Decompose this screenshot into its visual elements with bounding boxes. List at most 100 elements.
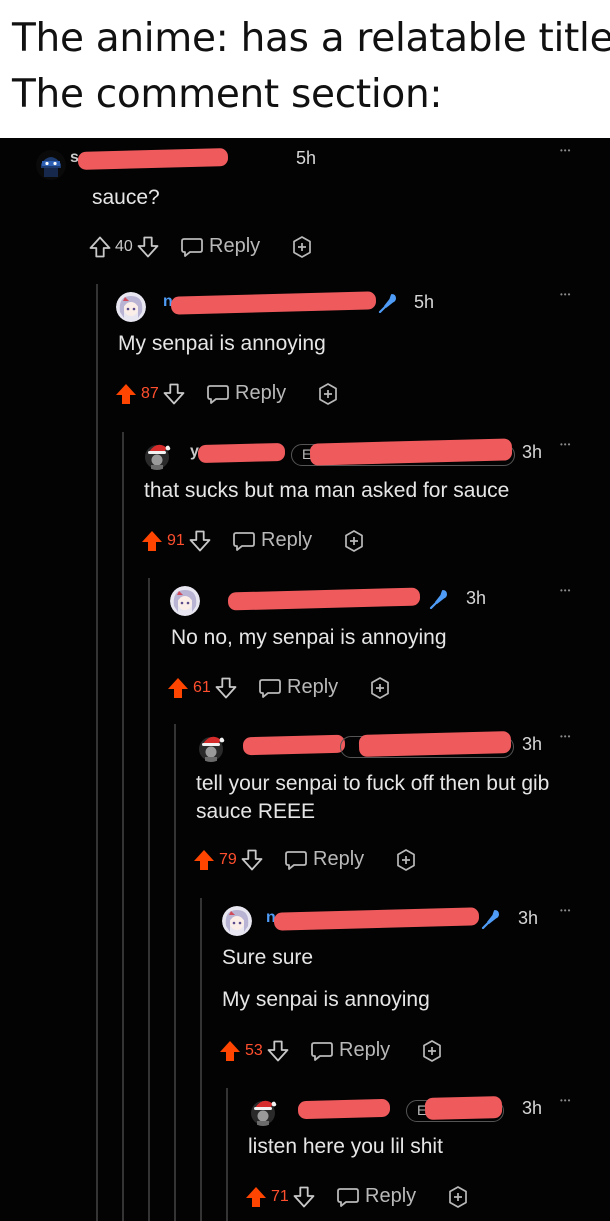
award-icon[interactable] [394, 848, 418, 872]
microphone-glyph [429, 590, 447, 610]
vote-score: 71 [271, 1188, 289, 1205]
comment-text: listen here you lil shit [248, 1135, 443, 1158]
redaction-mark [273, 907, 480, 931]
downvote-icon[interactable] [292, 1185, 316, 1209]
thread-line[interactable] [200, 898, 202, 1221]
user-flair: E [291, 438, 515, 466]
upvote-arrow [89, 236, 111, 258]
thread-line[interactable] [96, 284, 98, 1221]
reply-label: Reply [261, 529, 313, 551]
award-icon[interactable] [420, 1039, 444, 1063]
author-name[interactable] [235, 734, 346, 756]
upvote-arrow [194, 850, 214, 870]
upvote-icon[interactable] [140, 529, 164, 553]
author-name[interactable] [290, 1098, 391, 1120]
timestamp: 3h [522, 442, 543, 462]
upvote-icon[interactable] [166, 676, 190, 700]
vote-score: 40 [115, 238, 133, 255]
downvote-arrow [241, 849, 263, 871]
award-icon[interactable] [368, 676, 392, 700]
author-name[interactable] [220, 587, 421, 611]
award-glyph [345, 530, 363, 552]
downvote-arrow [189, 530, 211, 552]
downvote-icon[interactable] [188, 529, 212, 553]
reply-button[interactable]: Reply [180, 233, 280, 261]
vote-score: 91 [167, 532, 185, 549]
santa-hat-avatar[interactable] [142, 440, 172, 470]
anime-girl-avatar-image [222, 906, 252, 936]
award-icon[interactable] [446, 1185, 470, 1209]
comment-bubble-glyph [311, 1042, 333, 1061]
comment-bubble-glyph [259, 679, 281, 698]
santa-hat-avatar[interactable] [248, 1096, 278, 1126]
more-options-icon[interactable]: ••• [560, 440, 571, 449]
thread-line[interactable] [122, 432, 124, 1221]
award-icon[interactable] [316, 382, 340, 406]
reply-button[interactable]: Reply [336, 1183, 436, 1211]
santa-hat-avatar-image [145, 444, 171, 470]
timestamp: 3h [522, 1098, 543, 1118]
thread-line[interactable] [174, 724, 176, 1221]
ninja-avatar-image [36, 150, 66, 180]
upvote-icon[interactable] [88, 235, 112, 259]
upvote-icon[interactable] [114, 382, 138, 406]
reply-label: Reply [287, 676, 339, 698]
more-options-icon[interactable]: ••• [560, 732, 571, 741]
upvote-icon[interactable] [192, 848, 216, 872]
vote-score: 79 [219, 851, 237, 868]
author-name[interactable]: y [190, 442, 286, 464]
reply-button[interactable]: Reply [310, 1037, 410, 1065]
thread-line[interactable] [226, 1088, 228, 1221]
award-glyph [371, 677, 389, 699]
downvote-arrow [137, 236, 159, 258]
reply-button[interactable]: Reply [284, 846, 384, 874]
downvote-arrow [215, 677, 237, 699]
thread-line[interactable] [148, 578, 150, 1221]
anime-girl-avatar[interactable] [222, 906, 252, 936]
reply-button[interactable]: Reply [232, 527, 332, 555]
downvote-icon[interactable] [240, 848, 264, 872]
comment-bubble-icon [180, 235, 204, 259]
more-options-icon[interactable]: ••• [560, 146, 571, 155]
anime-girl-avatar[interactable] [116, 292, 146, 322]
anime-girl-avatar[interactable] [170, 586, 200, 616]
comment-actions: 40 Reply [88, 233, 388, 261]
award-glyph [293, 236, 311, 258]
santa-hat-avatar[interactable] [196, 732, 226, 762]
comment-actions: 91 Reply [140, 527, 440, 555]
vote-score: 53 [245, 1042, 263, 1059]
upvote-arrow [116, 384, 136, 404]
downvote-icon[interactable] [214, 676, 238, 700]
downvote-icon[interactable] [162, 382, 186, 406]
award-glyph [423, 1040, 441, 1062]
downvote-arrow [267, 1040, 289, 1062]
award-icon[interactable] [290, 235, 314, 259]
microphone-icon [428, 587, 450, 610]
comment-actions: 71 Reply [244, 1183, 544, 1211]
author-name[interactable]: s [70, 148, 230, 170]
downvote-icon[interactable] [136, 235, 160, 259]
author-name[interactable]: n [266, 907, 480, 931]
reply-button[interactable]: Reply [206, 380, 306, 408]
more-options-icon[interactable]: ••• [560, 290, 571, 299]
reply-button[interactable]: Reply [258, 674, 358, 702]
santa-hat-avatar-image [251, 1100, 277, 1126]
upvote-icon[interactable] [244, 1185, 268, 1209]
downvote-icon[interactable] [266, 1039, 290, 1063]
award-icon[interactable] [342, 529, 366, 553]
reply-label: Reply [339, 1039, 391, 1061]
author-name[interactable]: n [163, 291, 377, 315]
caption-line-2: The comment section: [12, 72, 443, 117]
more-options-icon[interactable]: ••• [560, 586, 571, 595]
timestamp: 3h [518, 908, 539, 928]
reply-label: Reply [313, 848, 365, 870]
upvote-icon[interactable] [218, 1039, 242, 1063]
comment-text: sauce REEE [196, 800, 316, 823]
award-glyph [319, 383, 337, 405]
more-options-icon[interactable]: ••• [560, 1096, 571, 1105]
more-options-icon[interactable]: ••• [560, 906, 571, 915]
redaction-mark [297, 1098, 391, 1120]
ninja-avatar[interactable] [36, 150, 66, 180]
microphone-glyph [378, 294, 396, 314]
santa-hat-avatar-image [199, 736, 225, 762]
